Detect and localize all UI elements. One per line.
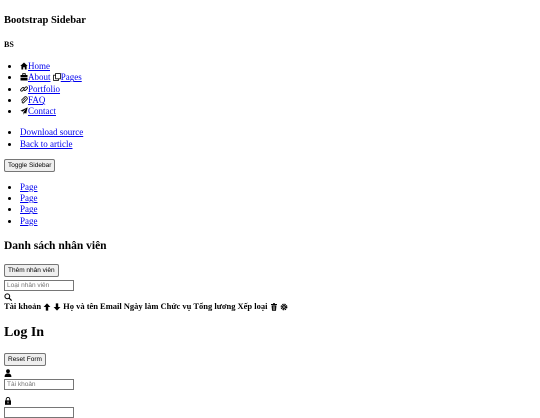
sidebar-item-faq[interactable]: FAQ — [20, 95, 534, 106]
nav-home-link[interactable]: Home — [28, 61, 50, 71]
user-icon — [4, 369, 12, 378]
back-to-article-item[interactable]: Back to article — [20, 139, 534, 150]
sidebar-item-portfolio[interactable]: Portfolio — [20, 84, 534, 95]
page-link[interactable]: Page — [20, 216, 38, 226]
lock-icon — [4, 397, 12, 406]
home-icon — [20, 62, 28, 70]
sidebar-brand: BS — [4, 40, 14, 50]
sidebar-nav: Home About Pages Portfolio FAQ Contact — [4, 61, 534, 117]
column-total-salary[interactable]: Tổng lương — [193, 301, 235, 312]
sidebar-item-contact[interactable]: Contact — [20, 106, 534, 117]
column-start-date[interactable]: Ngày làm — [124, 301, 159, 312]
nav-pages-link[interactable]: Pages — [61, 72, 82, 82]
nav-faq-link[interactable]: FAQ — [28, 95, 45, 105]
page-item[interactable]: Page — [20, 193, 534, 204]
gear-icon[interactable] — [280, 303, 288, 311]
column-account[interactable]: Tài khoản — [4, 301, 41, 312]
column-email[interactable]: Email — [100, 301, 122, 312]
download-source-item[interactable]: Download source — [20, 127, 534, 138]
nav-contact-link[interactable]: Contact — [28, 106, 56, 116]
toggle-sidebar-button[interactable]: Toggle Sidebar — [4, 158, 56, 172]
sidebar-title: Bootstrap Sidebar — [4, 15, 86, 26]
back-to-article-link[interactable]: Back to article — [20, 139, 72, 149]
login-heading: Log In — [4, 324, 45, 340]
arrow-up-icon[interactable] — [43, 302, 51, 311]
reset-form-button[interactable]: Reset Form — [4, 353, 46, 367]
employee-table-header: Tài khoản Họ và tên Email Ngày làm Chức … — [4, 301, 534, 312]
page-link[interactable]: Page — [20, 204, 38, 214]
employee-list-heading: Danh sách nhân viên — [4, 239, 107, 252]
sidebar-item-about[interactable]: About Pages — [20, 72, 534, 83]
link-icon — [20, 85, 28, 93]
search-icon[interactable] — [4, 293, 13, 302]
password-input[interactable] — [4, 407, 74, 418]
employee-type-search-input[interactable] — [4, 280, 74, 292]
page-link[interactable]: Page — [20, 182, 38, 192]
paperclip-icon — [20, 96, 28, 104]
page: Bootstrap Sidebar BS Home About Pages Po… — [4, 0, 534, 418]
nav-about-link[interactable]: About — [28, 72, 51, 82]
trash-icon[interactable] — [270, 302, 278, 311]
page-list: Page Page Page Page — [4, 182, 534, 227]
username-input[interactable] — [4, 379, 74, 391]
download-source-link[interactable]: Download source — [20, 127, 83, 137]
page-item[interactable]: Page — [20, 204, 534, 215]
page-item[interactable]: Page — [20, 182, 534, 193]
copy-icon — [52, 73, 61, 82]
page-item[interactable]: Page — [20, 216, 534, 227]
column-full-name[interactable]: Họ và tên — [63, 301, 98, 312]
send-icon — [20, 107, 28, 115]
arrow-down-icon[interactable] — [53, 302, 61, 311]
column-position[interactable]: Chức vụ — [161, 301, 192, 312]
nav-portfolio-link[interactable]: Portfolio — [28, 84, 60, 94]
briefcase-icon — [20, 73, 28, 81]
column-rating[interactable]: Xếp loại — [238, 301, 268, 312]
sidebar-links: Download source Back to article — [4, 127, 534, 150]
add-employee-button[interactable]: Thêm nhân viên — [4, 264, 59, 278]
sidebar-item-home[interactable]: Home — [20, 61, 534, 72]
page-link[interactable]: Page — [20, 193, 38, 203]
